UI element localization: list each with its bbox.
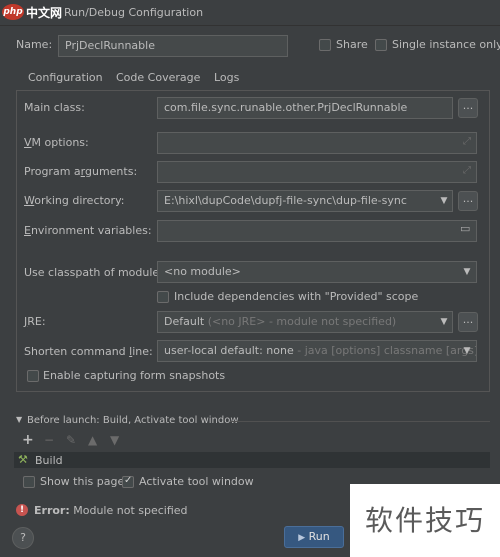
single-instance-label: Single instance only	[392, 38, 500, 51]
include-dependencies-checkbox[interactable]	[157, 291, 169, 303]
error-text: Module not specified	[73, 504, 188, 517]
chevron-down-icon[interactable]: ▼	[436, 312, 452, 332]
tab-configuration[interactable]: Configuration	[28, 71, 103, 84]
share-checkbox[interactable]	[319, 39, 331, 51]
program-arguments-input[interactable]	[157, 161, 477, 183]
classpath-module-label: Use classpath of module:	[24, 266, 163, 279]
show-page-checkbox[interactable]	[23, 476, 35, 488]
shorten-hint: - java [options] classname [args]	[297, 344, 477, 357]
edit-icon[interactable]: ✎	[66, 433, 76, 447]
vm-options-input[interactable]	[157, 132, 477, 154]
shorten-command-line-label: Shorten command line:	[24, 345, 153, 358]
error-icon: !	[16, 504, 28, 516]
include-dependencies-label: Include dependencies with "Provided" sco…	[174, 290, 419, 303]
name-label: Name:	[16, 38, 53, 51]
shorten-value: user-local default: none	[164, 344, 294, 357]
list-item[interactable]	[14, 452, 490, 468]
chevron-down-icon[interactable]: ▼	[436, 191, 452, 211]
jre-label: JRE:	[24, 315, 46, 328]
chevron-down-icon[interactable]: ▼	[459, 341, 475, 361]
name-input[interactable]: PrjDeclRunnable	[58, 35, 288, 57]
error-prefix: Error:	[34, 504, 70, 517]
expand-icon[interactable]: ⤢	[463, 165, 471, 176]
expand-icon[interactable]: ⤢	[463, 136, 471, 147]
error-message: Error: Module not specified	[34, 504, 188, 517]
classpath-module-select[interactable]: <no module>	[157, 261, 477, 283]
build-item-label: Build	[35, 454, 63, 467]
show-page-label: Show this page	[40, 475, 125, 488]
help-button[interactable]: ?	[12, 527, 34, 549]
folder-icon[interactable]: ▭	[460, 222, 470, 235]
jre-hint: (<no JRE> - module not specified)	[207, 315, 397, 328]
hammer-icon: ⚒	[18, 453, 28, 466]
run-button[interactable]: ▶ Run	[284, 526, 344, 548]
move-down-icon[interactable]: ▼	[110, 433, 119, 447]
working-directory-browse-button[interactable]: ...	[458, 191, 478, 211]
add-icon[interactable]: +	[22, 432, 34, 448]
tab-logs[interactable]: Logs	[214, 71, 239, 84]
watermark: 软件技巧	[350, 484, 500, 557]
php-badge: php	[2, 4, 24, 20]
program-arguments-label: Program arguments:	[24, 165, 138, 178]
working-directory-input[interactable]: E:\hixl\dupCode\dupfj-file-sync\dup-file…	[157, 190, 453, 212]
single-instance-checkbox[interactable]	[375, 39, 387, 51]
working-directory-label: Working directory:	[24, 194, 125, 207]
capture-snapshots-label: Enable capturing form snapshots	[43, 369, 226, 382]
environment-variables-label: Environment variables:	[24, 224, 152, 237]
activate-tool-window-checkbox[interactable]	[122, 475, 134, 488]
before-launch-header: Before launch: Build, Activate tool wind…	[27, 415, 239, 426]
jre-browse-button[interactable]: ...	[458, 312, 478, 332]
logo-text: 中文网	[26, 5, 63, 20]
site-logo: php 中文网	[2, 2, 64, 22]
play-icon: ▶	[298, 533, 306, 543]
chevron-down-icon[interactable]: ▼	[459, 262, 475, 282]
window-title: Run/Debug Configuration	[64, 6, 204, 19]
vm-options-label: VM options:	[24, 136, 89, 149]
run-label: Run	[308, 530, 330, 543]
section-divider	[230, 421, 490, 422]
main-class-label: Main class:	[24, 101, 85, 114]
capture-snapshots-checkbox[interactable]	[27, 370, 39, 382]
move-up-icon[interactable]: ▲	[88, 433, 97, 447]
tab-code-coverage[interactable]: Code Coverage	[116, 71, 200, 84]
activate-tool-window-label: Activate tool window	[139, 475, 254, 488]
main-class-input[interactable]: com.file.sync.runable.other.PrjDeclRunna…	[157, 97, 453, 119]
jre-select[interactable]: Default (<no JRE> - module not specified…	[157, 311, 453, 333]
shorten-command-line-select[interactable]: user-local default: none - java [options…	[157, 340, 477, 362]
environment-variables-input[interactable]	[157, 220, 477, 242]
jre-value: Default	[164, 315, 205, 328]
share-label: Share	[336, 38, 368, 51]
remove-icon[interactable]: −	[44, 433, 54, 447]
collapse-triangle-icon[interactable]: ▼	[16, 415, 22, 424]
main-class-browse-button[interactable]: ...	[458, 98, 478, 118]
